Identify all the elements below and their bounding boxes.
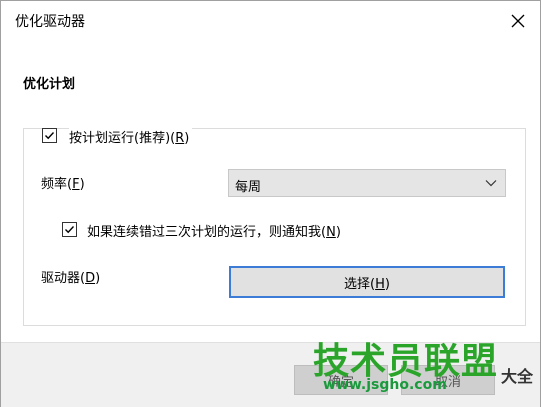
checkmark-icon xyxy=(65,226,75,234)
section-heading: 优化计划 xyxy=(23,77,76,92)
notify-label[interactable]: 如果连续错过三次计划的运行，则通知我(N) xyxy=(87,221,341,240)
title-bar: 优化驱动器 xyxy=(1,1,540,41)
frequency-label: 频率(F) xyxy=(41,177,85,192)
optimize-drives-dialog: 优化驱动器 优化计划 按计划运行(推荐)(R) 频率(F) 每周 如果连续错过三… xyxy=(0,0,541,407)
watermark-url: www.jsgho.com xyxy=(323,377,447,393)
run-on-schedule-checkbox[interactable] xyxy=(42,128,57,143)
checkmark-icon xyxy=(45,132,55,140)
chevron-down-icon xyxy=(485,180,497,187)
watermark-tail: 大全 xyxy=(501,367,534,386)
close-icon xyxy=(511,14,525,28)
choose-drives-button[interactable]: 选择(H) xyxy=(229,266,505,298)
choose-drives-label: 选择(H) xyxy=(344,276,390,292)
frequency-select[interactable]: 每周 xyxy=(228,169,506,197)
run-on-schedule-label[interactable]: 按计划运行(推荐)(R) xyxy=(69,127,193,146)
drives-label: 驱动器(D) xyxy=(41,271,101,286)
notify-checkbox[interactable] xyxy=(62,222,77,237)
close-button[interactable] xyxy=(504,7,532,35)
frequency-value: 每周 xyxy=(235,180,262,195)
window-title: 优化驱动器 xyxy=(15,14,85,30)
